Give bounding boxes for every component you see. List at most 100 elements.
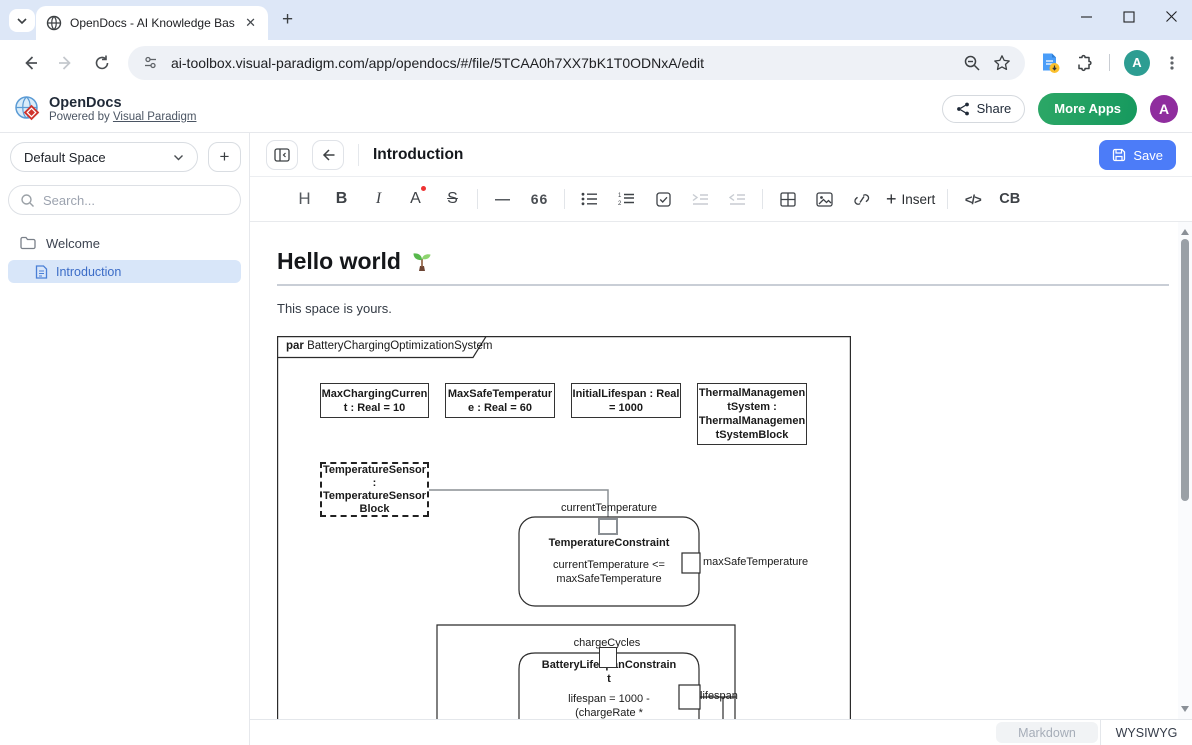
sidebar-search[interactable]: [8, 185, 241, 215]
color-dot: [421, 186, 426, 191]
block-thermal-management-system[interactable]: ThermalManagemen tSystem : ThermalManage…: [697, 383, 807, 445]
wysiwyg-mode-button[interactable]: WYSIWYG: [1100, 720, 1192, 745]
zoom-icon[interactable]: [963, 54, 981, 72]
back-to-docs-button[interactable]: [312, 140, 344, 170]
space-selector[interactable]: Default Space: [10, 142, 198, 172]
share-button[interactable]: Share: [942, 95, 1026, 123]
frame-label: par BatteryChargingOptimizationSystem: [286, 340, 492, 352]
indent-button[interactable]: [682, 185, 719, 213]
parametric-diagram: par BatteryChargingOptimizationSystem Ma…: [277, 336, 851, 719]
browser-tab[interactable]: OpenDocs - AI Knowledge Base ✕: [36, 6, 268, 40]
temperature-constraint-title[interactable]: TemperatureConstraint: [519, 536, 699, 550]
heading-button[interactable]: H: [286, 185, 323, 213]
tab-search-button[interactable]: [9, 9, 35, 32]
block-temperature-sensor[interactable]: TemperatureSensor : TemperatureSensor Bl…: [320, 462, 429, 517]
bullet-list-button[interactable]: [571, 185, 608, 213]
label-current-temperature: currentTemperature: [539, 502, 679, 514]
sidebar-toggle-button[interactable]: [266, 140, 298, 170]
more-apps-button[interactable]: More Apps: [1038, 93, 1137, 125]
toolbar-separator: [564, 189, 565, 209]
svg-text:1: 1: [618, 193, 622, 199]
scrollbar-thumb[interactable]: [1181, 239, 1189, 501]
sidebar-item-introduction[interactable]: Introduction: [8, 260, 241, 283]
app-title: OpenDocs: [49, 95, 196, 111]
panel-toggle-icon: [274, 148, 290, 162]
close-window-button[interactable]: [1165, 10, 1178, 23]
tab-title: OpenDocs - AI Knowledge Base: [70, 16, 235, 30]
seedling-emoji: [410, 250, 434, 274]
horizontal-rule-button[interactable]: —: [484, 185, 521, 213]
browser-profile-avatar[interactable]: A: [1124, 50, 1150, 76]
insert-button[interactable]: +Insert: [880, 185, 941, 213]
code-block-button[interactable]: CB: [991, 185, 1028, 213]
svg-text:2: 2: [618, 201, 622, 206]
minimize-button[interactable]: [1080, 10, 1093, 23]
label-max-safe-temperature: maxSafeTemperature: [703, 556, 808, 568]
outdent-button[interactable]: [719, 185, 756, 213]
tab-close-icon[interactable]: ✕: [243, 15, 258, 31]
blockquote-button[interactable]: 66: [521, 185, 558, 213]
back-button[interactable]: [18, 51, 42, 75]
save-button[interactable]: Save: [1099, 140, 1176, 170]
extensions-puzzle-icon[interactable]: [1075, 53, 1095, 73]
text-color-button[interactable]: A: [397, 185, 434, 213]
search-input[interactable]: [43, 193, 229, 208]
browser-window: OpenDocs - AI Knowledge Base ✕ + ai-tool…: [0, 0, 1192, 745]
toolbar-separator: [477, 189, 478, 209]
document-panel: Introduction Save H B I A S — 66: [250, 133, 1192, 745]
browser-titlebar: OpenDocs - AI Knowledge Base ✕ +: [0, 0, 1192, 40]
search-icon: [20, 193, 35, 208]
strikethrough-button[interactable]: S: [434, 185, 471, 213]
bold-button[interactable]: B: [323, 185, 360, 213]
arrow-left-icon: [321, 148, 336, 162]
document-heading: Hello world: [277, 248, 401, 275]
chevron-down-icon: [16, 15, 28, 27]
share-icon: [956, 102, 970, 116]
editor-mode-bar: Markdown WYSIWYG: [250, 719, 1192, 745]
opendocs-logo: [14, 95, 41, 122]
maximize-button[interactable]: [1123, 11, 1135, 23]
scroll-up-arrow[interactable]: [1181, 229, 1189, 235]
header-divider: [358, 144, 359, 166]
image-button[interactable]: [806, 185, 843, 213]
editor-content[interactable]: Hello world This space is yours.: [250, 222, 1192, 719]
visual-paradigm-link[interactable]: Visual Paradigm: [113, 111, 197, 123]
value-box-initial-lifespan[interactable]: InitialLifespan : Real = 1000: [571, 383, 681, 418]
editor-toolbar: H B I A S — 66 12: [250, 177, 1192, 222]
add-space-button[interactable]: +: [208, 142, 241, 172]
site-settings-icon[interactable]: [142, 54, 159, 71]
url-text[interactable]: ai-toolbox.visual-paradigm.com/app/opend…: [171, 55, 951, 71]
content-scrollbar[interactable]: [1178, 222, 1192, 719]
globe-favicon: [46, 15, 62, 31]
url-bar[interactable]: ai-toolbox.visual-paradigm.com/app/opend…: [128, 46, 1025, 80]
toolbar-divider: [1109, 54, 1110, 71]
numbered-list-button[interactable]: 12: [608, 185, 645, 213]
powered-by: Powered by Visual Paradigm: [49, 111, 196, 123]
chevron-down-icon: [173, 152, 184, 163]
reload-button[interactable]: [90, 51, 114, 75]
code-button[interactable]: </>: [954, 185, 991, 213]
link-button[interactable]: [843, 185, 880, 213]
user-avatar[interactable]: A: [1150, 95, 1178, 123]
forward-button[interactable]: [54, 51, 78, 75]
battery-top-port: [599, 647, 617, 668]
italic-button[interactable]: I: [360, 185, 397, 213]
value-box-max-charging-current[interactable]: MaxChargingCurren t : Real = 10: [320, 383, 429, 418]
value-box-max-safe-temperature[interactable]: MaxSafeTemperatur e : Real = 60: [445, 383, 555, 418]
browser-navbar: ai-toolbox.visual-paradigm.com/app/opend…: [0, 40, 1192, 85]
browser-menu-icon[interactable]: [1164, 55, 1180, 71]
bookmark-star-icon[interactable]: [993, 54, 1011, 72]
document-icon: [35, 265, 48, 279]
sidebar-item-welcome[interactable]: Welcome: [0, 231, 249, 255]
save-icon: [1112, 148, 1126, 162]
scroll-down-arrow[interactable]: [1181, 706, 1189, 712]
table-button[interactable]: [769, 185, 806, 213]
label-lifespan: lifespan: [700, 690, 738, 702]
app-header: OpenDocs Powered by Visual Paradigm Shar…: [0, 85, 1192, 133]
battery-constraint-body: lifespan = 1000 - (chargeRate *: [519, 692, 699, 719]
new-tab-button[interactable]: +: [282, 9, 293, 31]
docs-extension-icon[interactable]: [1039, 52, 1061, 74]
task-list-button[interactable]: [645, 185, 682, 213]
page-title: Introduction: [373, 146, 463, 164]
markdown-mode-button[interactable]: Markdown: [996, 722, 1098, 743]
